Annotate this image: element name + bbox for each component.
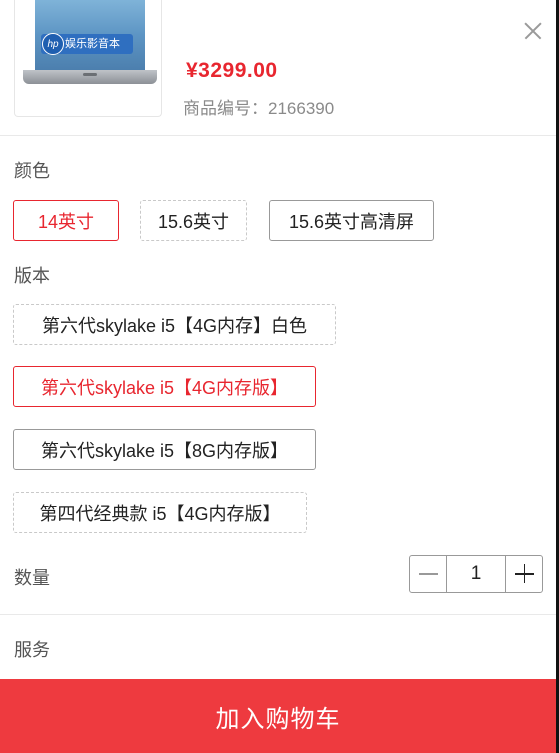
service-label: 服务 [14, 640, 50, 660]
quantity-stepper: 1 [409, 555, 543, 593]
add-to-cart-button[interactable]: 加入购物车 [0, 679, 556, 753]
version-option-6th-8g[interactable]: 第六代skylake i5【8G内存版】 [13, 429, 316, 470]
color-option-14[interactable]: 14英寸 [13, 200, 119, 241]
quantity-value[interactable]: 1 [447, 556, 505, 592]
close-icon[interactable] [518, 16, 548, 46]
header-divider [0, 135, 556, 136]
color-option-15-6[interactable]: 15.6英寸 [140, 200, 247, 241]
product-price: ¥3299.00 [186, 59, 278, 82]
product-sku: 商品编号：2166390 [183, 94, 334, 119]
version-option-6th-4g-white[interactable]: 第六代skylake i5【4G内存】白色 [13, 304, 336, 345]
quantity-label: 数量 [14, 568, 50, 588]
hp-logo: hp [42, 33, 64, 55]
version-option-6th-4g[interactable]: 第六代skylake i5【4G内存版】 [13, 366, 316, 407]
color-label: 颜色 [14, 161, 50, 181]
color-option-15-6-hd[interactable]: 15.6英寸高清屏 [269, 200, 434, 241]
laptop-screen-image: 娱乐影音本 hp [35, 0, 145, 70]
product-thumbnail: 娱乐影音本 hp [14, 0, 162, 117]
quantity-divider [0, 614, 556, 615]
sku-selector-sheet: 娱乐影音本 hp ¥3299.00 商品编号：2166390 颜色 14英寸 1… [0, 0, 559, 753]
sku-value: 2166390 [268, 99, 335, 118]
minus-icon[interactable] [410, 556, 447, 592]
version-option-4th-4g[interactable]: 第四代经典款 i5【4G内存版】 [13, 492, 307, 533]
plus-icon[interactable] [505, 556, 542, 592]
laptop-base-image [23, 70, 157, 84]
version-label: 版本 [14, 266, 50, 286]
sku-label: 商品编号： [183, 99, 268, 118]
